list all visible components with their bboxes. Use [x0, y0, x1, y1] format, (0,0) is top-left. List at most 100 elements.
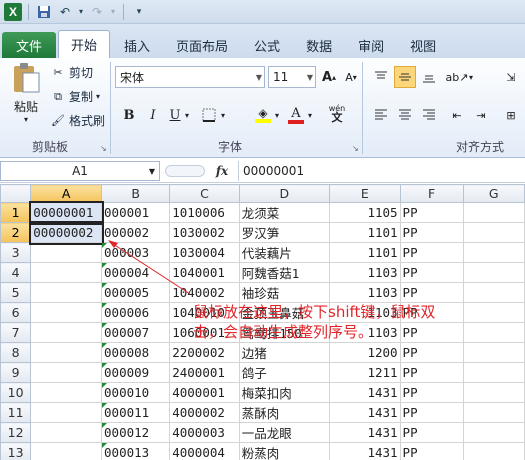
- cell-e10[interactable]: 1431: [328, 382, 401, 403]
- cell-d10[interactable]: 梅菜扣肉: [238, 382, 330, 403]
- underline-dropdown-icon[interactable]: ▾: [182, 104, 192, 126]
- undo-icon[interactable]: ↶: [56, 3, 74, 21]
- column-header-f[interactable]: F: [399, 184, 464, 203]
- cell-a2[interactable]: 00000002: [28, 220, 104, 245]
- cell-e3[interactable]: 1101: [328, 242, 401, 263]
- cell-b8[interactable]: 000008: [101, 342, 171, 363]
- row-header[interactable]: 6: [0, 302, 32, 323]
- cell-d8[interactable]: 边猪: [238, 342, 330, 363]
- clipboard-launcher-icon[interactable]: ↘: [100, 144, 107, 153]
- column-header-b[interactable]: B: [101, 184, 171, 203]
- cell-b5[interactable]: 000005: [101, 282, 171, 303]
- align-right-icon[interactable]: [418, 104, 440, 126]
- cell-a8[interactable]: [30, 342, 103, 363]
- cell-c5[interactable]: 1040002: [169, 282, 240, 303]
- cell-f13[interactable]: PP: [399, 442, 464, 460]
- formula-bar-resize-handle[interactable]: [165, 165, 205, 177]
- format-painter-button[interactable]: 🖌 格式刷: [50, 112, 105, 129]
- save-icon[interactable]: [35, 3, 53, 21]
- cell-e1[interactable]: 1105: [328, 202, 401, 223]
- cell-a9[interactable]: [30, 362, 103, 383]
- cell-d1[interactable]: 龙须菜: [238, 202, 330, 223]
- cell-f1[interactable]: PP: [399, 202, 464, 223]
- borders-icon[interactable]: [198, 104, 220, 126]
- cell-a12[interactable]: [30, 422, 103, 443]
- cell-b11[interactable]: 000011: [101, 402, 171, 423]
- cell-a6[interactable]: [30, 302, 103, 323]
- cell-g6[interactable]: [462, 302, 525, 323]
- cut-button[interactable]: ✂ 剪切: [50, 64, 93, 81]
- redo-dropdown-icon[interactable]: ▾: [109, 3, 117, 21]
- align-middle-icon[interactable]: [394, 66, 416, 88]
- cell-a11[interactable]: [30, 402, 103, 423]
- cell-a3[interactable]: [30, 242, 103, 263]
- merge-center-icon[interactable]: ⊞: [500, 104, 522, 126]
- increase-indent-icon[interactable]: ⇥: [470, 104, 492, 126]
- tab-insert[interactable]: 插入: [112, 32, 162, 58]
- tab-file[interactable]: 文件: [2, 32, 56, 58]
- cell-b7[interactable]: 000007: [101, 322, 171, 343]
- cell-c2[interactable]: 1030002: [169, 222, 240, 243]
- cell-b2[interactable]: 000002: [101, 222, 171, 243]
- column-header-g[interactable]: G: [462, 184, 525, 203]
- paste-button[interactable]: 粘贴 ▾: [6, 62, 46, 132]
- cell-g3[interactable]: [462, 242, 525, 263]
- grow-font-icon[interactable]: A ▴: [318, 66, 340, 88]
- wrap-text-icon[interactable]: ⇲: [500, 66, 522, 88]
- align-center-icon[interactable]: [394, 104, 416, 126]
- text-orientation-icon[interactable]: ab↗: [446, 66, 469, 88]
- font-color-dropdown-icon[interactable]: ▾: [305, 104, 315, 126]
- cell-g10[interactable]: [462, 382, 525, 403]
- tab-formulas[interactable]: 公式: [242, 32, 292, 58]
- cell-b6[interactable]: 000006: [101, 302, 171, 323]
- row-header[interactable]: 5: [0, 282, 32, 303]
- column-header-e[interactable]: E: [328, 184, 401, 203]
- cell-c12[interactable]: 4000003: [169, 422, 240, 443]
- cell-e5[interactable]: 1103: [328, 282, 401, 303]
- redo-icon[interactable]: ↷: [88, 3, 106, 21]
- cell-b3[interactable]: 000003: [101, 242, 171, 263]
- cell-a4[interactable]: [30, 262, 103, 283]
- insert-function-icon[interactable]: fx: [210, 161, 234, 181]
- cell-c8[interactable]: 2200002: [169, 342, 240, 363]
- customize-toolbar-icon[interactable]: ▾: [130, 3, 148, 21]
- cell-f7[interactable]: PP: [399, 322, 464, 343]
- cell-g9[interactable]: [462, 362, 525, 383]
- row-header[interactable]: 11: [0, 402, 32, 423]
- cell-f11[interactable]: PP: [399, 402, 464, 423]
- cell-d4[interactable]: 阿魏香菇1: [238, 262, 330, 283]
- cell-g12[interactable]: [462, 422, 525, 443]
- cell-c4[interactable]: 1040001: [169, 262, 240, 283]
- undo-dropdown-icon[interactable]: ▾: [77, 3, 85, 21]
- cell-f2[interactable]: PP: [399, 222, 464, 243]
- cell-g2[interactable]: [462, 222, 525, 243]
- select-all-corner[interactable]: [0, 184, 32, 203]
- cell-b13[interactable]: 000013: [101, 442, 171, 460]
- row-header[interactable]: 7: [0, 322, 32, 343]
- cell-d13[interactable]: 粉蒸肉: [238, 442, 330, 460]
- cell-d3[interactable]: 代装藕片: [238, 242, 330, 263]
- column-header-a[interactable]: A: [30, 184, 103, 203]
- tab-review[interactable]: 审阅: [346, 32, 396, 58]
- align-left-icon[interactable]: [370, 104, 392, 126]
- cell-b4[interactable]: 000004: [101, 262, 171, 283]
- fill-color-dropdown-icon[interactable]: ▾: [272, 104, 282, 126]
- cell-e13[interactable]: 1431: [328, 442, 401, 460]
- cell-a1[interactable]: 00000001: [28, 200, 104, 225]
- cell-b10[interactable]: 000010: [101, 382, 171, 403]
- cell-d9[interactable]: 鸽子: [238, 362, 330, 383]
- cell-f3[interactable]: PP: [399, 242, 464, 263]
- decrease-indent-icon[interactable]: ⇤: [446, 104, 468, 126]
- cell-f5[interactable]: PP: [399, 282, 464, 303]
- row-header[interactable]: 2: [0, 222, 32, 243]
- cell-d5[interactable]: 袖珍菇: [238, 282, 330, 303]
- cell-e9[interactable]: 1211: [328, 362, 401, 383]
- cell-g1[interactable]: [462, 202, 525, 223]
- cell-a7[interactable]: [30, 322, 103, 343]
- tab-page-layout[interactable]: 页面布局: [164, 32, 240, 58]
- cell-g5[interactable]: [462, 282, 525, 303]
- cell-b12[interactable]: 000012: [101, 422, 171, 443]
- font-launcher-icon[interactable]: ↘: [352, 144, 359, 153]
- cell-d11[interactable]: 蒸酥肉: [238, 402, 330, 423]
- column-header-c[interactable]: C: [169, 184, 240, 203]
